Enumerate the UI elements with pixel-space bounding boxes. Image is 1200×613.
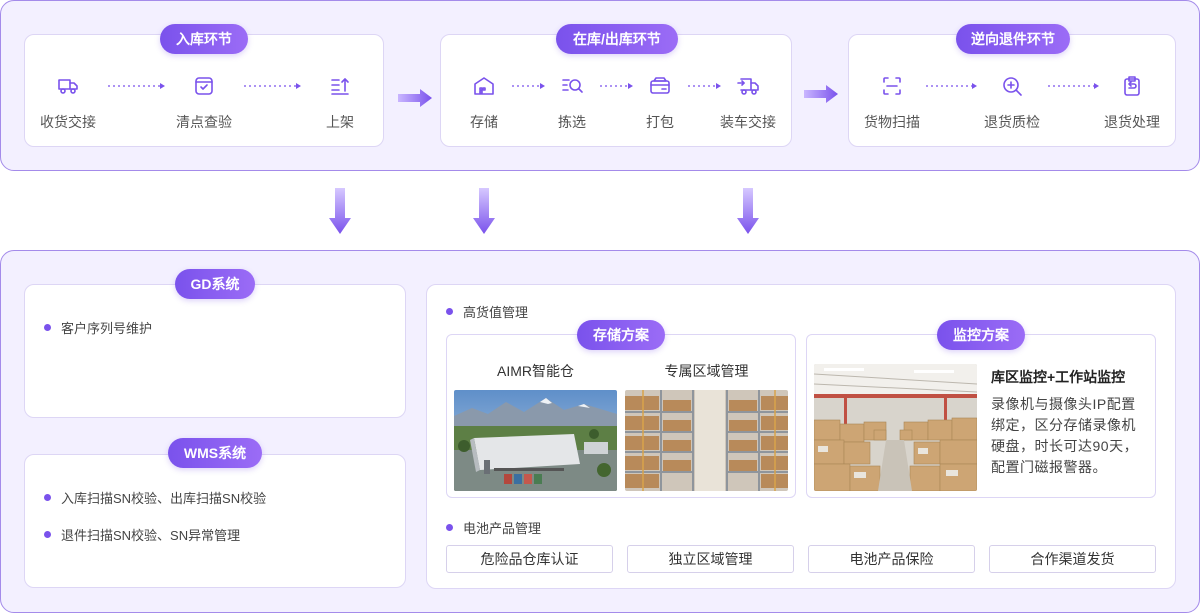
wms-system-card	[24, 454, 406, 588]
flow-arrow-down	[473, 188, 495, 234]
dedicated-area-photo	[625, 390, 788, 491]
photo-caption: AIMR智能仓	[497, 363, 574, 379]
flow-arrow-down	[737, 188, 759, 234]
battery-tag-separate-area: 独立区域管理	[627, 545, 794, 573]
check-box-icon	[195, 77, 213, 95]
bullet-dot	[44, 531, 51, 538]
step-label: 上架	[326, 114, 354, 130]
step-count-inspect: 清点查验	[164, 74, 244, 132]
gd-system-title: GD系统	[175, 269, 255, 299]
gd-item: 客户序列号维护	[44, 318, 152, 337]
wms-item-text: 入库扫描SN校验、出库扫描SN校验	[61, 491, 267, 506]
step-return-process: 退货处理	[1092, 74, 1172, 132]
truck-icon	[58, 79, 78, 94]
step-label: 清点查验	[176, 114, 232, 130]
storage-stage-title: 在库/出库环节	[556, 24, 678, 54]
battery-title: 电池产品管理	[463, 521, 542, 536]
step-label: 货物扫描	[864, 114, 920, 130]
monitoring-heading: 库区监控+工作站监控	[991, 369, 1126, 385]
bullet-dot	[44, 494, 51, 501]
step-label: 装车交接	[720, 114, 776, 130]
step-load-handover: 装车交接	[708, 74, 788, 132]
flow-connector	[926, 82, 978, 90]
bullet-dot	[44, 324, 51, 331]
scan-icon	[883, 77, 901, 95]
gd-system-card	[24, 284, 406, 418]
step-label: 存储	[470, 114, 498, 130]
wms-item: 退件扫描SN校验、SN异常管理	[44, 525, 240, 544]
monitoring-plan-title: 监控方案	[937, 320, 1025, 350]
flow-arrow-right	[398, 89, 432, 107]
high-value-heading: 高货值管理	[446, 302, 528, 321]
shelve-list-icon	[331, 78, 349, 95]
inbound-stage-title: 入库环节	[160, 24, 248, 54]
step-label: 退货处理	[1104, 114, 1160, 130]
return-process-icon	[1124, 76, 1140, 96]
battery-tag-dangerous-goods-cert: 危险品仓库认证	[446, 545, 613, 573]
smart-warehouse-photo	[454, 390, 617, 491]
battery-tag-partner-shipping: 合作渠道发货	[989, 545, 1156, 573]
gd-item-text: 客户序列号维护	[61, 321, 153, 336]
step-shelve: 上架	[300, 74, 380, 132]
warehouse-icon	[474, 77, 494, 95]
storage-plan-title: 存储方案	[577, 320, 665, 350]
inspect-icon	[1003, 77, 1022, 96]
flow-arrow-right	[804, 85, 838, 103]
step-scan-goods: 货物扫描	[852, 74, 932, 132]
pick-search-icon	[562, 79, 583, 93]
step-receive-handover: 收货交接	[28, 74, 108, 132]
returns-stage-title: 逆向退件环节	[956, 24, 1070, 54]
package-icon	[650, 77, 670, 94]
step-return-inspect: 退货质检	[972, 74, 1052, 132]
wms-system-title: WMS系统	[168, 438, 262, 468]
flow-arrow-down	[329, 188, 351, 234]
wms-item-text: 退件扫描SN校验、SN异常管理	[61, 528, 241, 543]
step-label: 打包	[646, 114, 674, 130]
flow-connector	[244, 82, 302, 90]
battery-tag-insurance: 电池产品保险	[808, 545, 975, 573]
step-label: 拣选	[558, 114, 586, 130]
step-label: 收货交接	[40, 114, 96, 130]
step-label: 退货质检	[984, 114, 1040, 130]
battery-heading: 电池产品管理	[446, 518, 541, 537]
loading-truck-icon	[737, 78, 759, 95]
warehouse-monitoring-photo	[814, 364, 977, 491]
monitoring-description: 录像机与摄像头IP配置绑定，区分存储录像机硬盘，时长可达90天，配置门磁报警器。	[991, 396, 1139, 475]
bullet-dot	[446, 308, 453, 315]
flow-connector	[108, 82, 166, 90]
high-value-title: 高货值管理	[463, 305, 529, 320]
photo-caption: 专属区域管理	[664, 363, 749, 379]
bullet-dot	[446, 524, 453, 531]
wms-item: 入库扫描SN校验、出库扫描SN校验	[44, 488, 266, 507]
